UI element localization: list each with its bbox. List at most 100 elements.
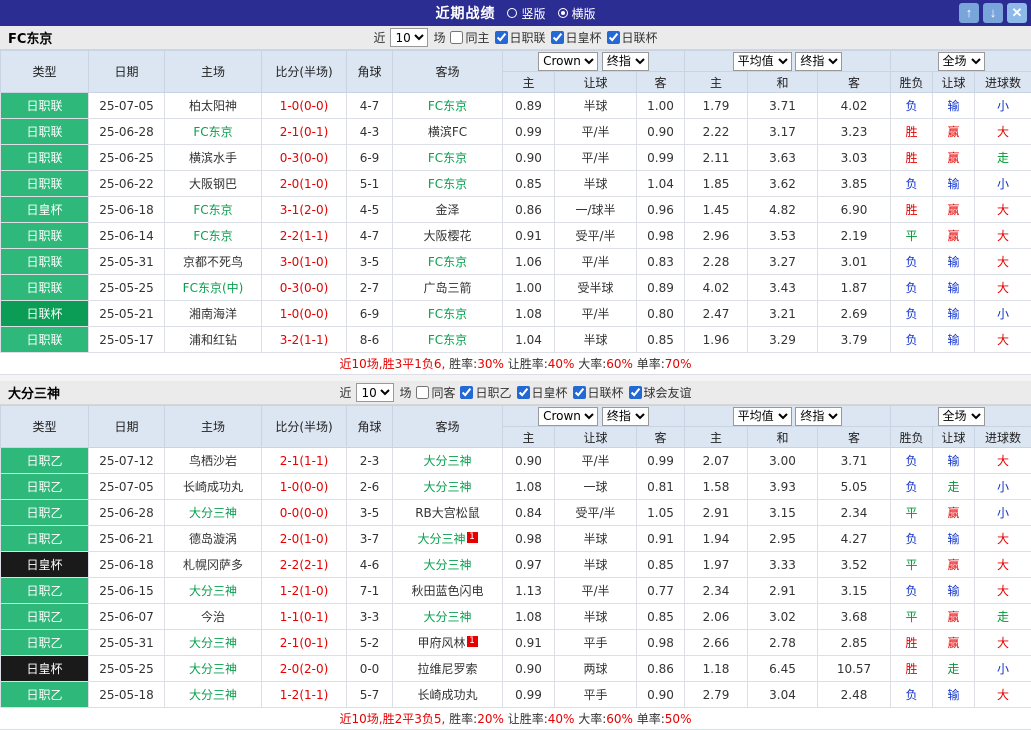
final-odds-select[interactable]: 终指 <box>602 52 649 71</box>
scope-select[interactable]: 全场 <box>938 52 985 71</box>
home-team-cell: 今治 <box>165 604 262 630</box>
league-filter-checkbox[interactable]: 日联杯 <box>573 384 624 401</box>
table-row: 日皇杯 25-06-18 札幌冈萨多 2-2(2-1) 4-6 大分三神 0.9… <box>1 552 1031 578</box>
match-date-cell: 25-06-15 <box>89 578 165 604</box>
same-venue-checkbox[interactable] <box>416 386 429 399</box>
avg-draw-odds-cell: 3.02 <box>748 604 818 630</box>
corners-cell: 2-6 <box>347 474 393 500</box>
team-name-text: 甲府风林 <box>417 636 465 650</box>
team-name-text: FC东京 <box>193 203 232 217</box>
goals-result-cell: 大 <box>975 119 1031 145</box>
final-odds-select[interactable]: 终指 <box>602 407 649 426</box>
average-select[interactable]: 平均值 <box>733 52 792 71</box>
layout-radio-vertical[interactable]: 竖版 <box>507 5 545 22</box>
titlebar: 近期战绩 竖版 横版 ↑ ↓ ✕ <box>0 0 1031 26</box>
same-venue-checkbox[interactable] <box>450 31 463 44</box>
recent-label-prefix: 近 <box>373 29 385 46</box>
filter-bar: 近 10 场 同客 日职乙日皇杯日联杯球会友谊 <box>339 383 691 402</box>
wdl-result-cell: 负 <box>891 171 933 197</box>
league-checkbox-group: 日职联 日皇杯日联杯 <box>495 29 658 46</box>
away-odds-cell: 0.89 <box>637 275 685 301</box>
corners-cell: 4-7 <box>347 223 393 249</box>
league-filter-checkbox[interactable]: 日皇杯 <box>551 29 602 46</box>
away-team-cell: 大分三神 <box>393 552 503 578</box>
handicap-result-cell: 走 <box>933 656 975 682</box>
close-button[interactable]: ✕ <box>1007 3 1027 23</box>
match-type-cell: 日职乙 <box>1 630 89 656</box>
corners-cell: 6-9 <box>347 301 393 327</box>
same-venue-filter[interactable]: 同主 <box>450 29 489 46</box>
recent-count-select[interactable]: 10 <box>390 28 428 47</box>
team-name-text: FC东京 <box>428 255 467 269</box>
avg-final-odds-select[interactable]: 终指 <box>795 52 842 71</box>
avg-final-odds-select[interactable]: 终指 <box>795 407 842 426</box>
team-name-text: 大分三神 <box>423 558 471 572</box>
wdl-result-cell: 平 <box>891 223 933 249</box>
match-date-cell: 25-06-14 <box>89 223 165 249</box>
goals-result-cell: 大 <box>975 526 1031 552</box>
layout-radio-horizontal[interactable]: 横版 <box>558 5 596 22</box>
avg-away-odds-cell: 3.23 <box>818 119 891 145</box>
league-filter-checkbox[interactable]: 日皇杯 <box>517 384 568 401</box>
recent-count-select[interactable]: 10 <box>356 383 394 402</box>
corners-cell: 5-2 <box>347 630 393 656</box>
col-header-away: 客场 <box>393 406 503 448</box>
same-venue-label: 同客 <box>431 384 455 401</box>
match-type-cell: 日职联 <box>1 275 89 301</box>
league-filter-checkbox[interactable]: 日职联 <box>495 29 546 46</box>
away-team-cell: 横滨FC <box>393 119 503 145</box>
away-odds-cell: 0.90 <box>637 682 685 708</box>
scroll-down-button[interactable]: ↓ <box>983 3 1003 23</box>
match-date-cell: 25-05-17 <box>89 327 165 353</box>
handicap-result-cell: 输 <box>933 301 975 327</box>
table-row: 日职联 25-06-22 大阪钢巴 2-0(1-0) 5-1 FC东京 0.85… <box>1 171 1031 197</box>
subcol-away-odds: 客 <box>637 427 685 448</box>
goals-result-cell: 小 <box>975 171 1031 197</box>
average-select[interactable]: 平均值 <box>733 407 792 426</box>
match-date-cell: 25-06-18 <box>89 552 165 578</box>
handicap-cell: 受半球 <box>555 275 637 301</box>
avg-draw-odds-cell: 2.91 <box>748 578 818 604</box>
team-name-text: FC东京 <box>428 333 467 347</box>
table-row: 日皇杯 25-05-25 大分三神 2-0(2-0) 0-0 拉维尼罗索 0.9… <box>1 656 1031 682</box>
result-scope-header: 全场 <box>891 406 1031 427</box>
team-name-text: 横滨水手 <box>189 151 237 165</box>
table-row: 日皇杯 25-06-18 FC东京 3-1(2-0) 4-5 金泽 0.86 一… <box>1 197 1031 223</box>
handicap-result-cell: 赢 <box>933 197 975 223</box>
match-type-cell: 日职联 <box>1 171 89 197</box>
league-filter-checkbox[interactable]: 日联杯 <box>607 29 658 46</box>
col-header-score: 比分(半场) <box>262 51 347 93</box>
home-odds-cell: 0.86 <box>503 197 555 223</box>
home-odds-cell: 0.85 <box>503 171 555 197</box>
league-filter-checkbox[interactable]: 球会友谊 <box>629 384 692 401</box>
match-type-cell: 日皇杯 <box>1 552 89 578</box>
league-filter-label: 日皇杯 <box>566 29 602 46</box>
league-filter-checkbox[interactable]: 日职乙 <box>460 384 511 401</box>
away-team-cell: FC东京 <box>393 327 503 353</box>
avg-home-odds-cell: 2.11 <box>685 145 748 171</box>
avg-draw-odds-cell: 3.04 <box>748 682 818 708</box>
subcol-avg-away: 客 <box>818 72 891 93</box>
score-cell: 2-0(1-0) <box>262 171 347 197</box>
home-odds-cell: 0.89 <box>503 93 555 119</box>
same-venue-filter[interactable]: 同客 <box>416 384 455 401</box>
avg-away-odds-cell: 2.85 <box>818 630 891 656</box>
home-team-cell: FC东京 <box>165 197 262 223</box>
team-name-text: 长崎成功丸 <box>417 688 477 702</box>
handicap-result-cell: 赢 <box>933 630 975 656</box>
avg-draw-odds-cell: 6.45 <box>748 656 818 682</box>
corners-cell: 4-3 <box>347 119 393 145</box>
bookmaker-select[interactable]: Crown <box>538 52 598 71</box>
home-team-cell: FC东京 <box>165 119 262 145</box>
team-name-text: 大分三神 <box>189 636 237 650</box>
bookmaker-select[interactable]: Crown <box>538 407 598 426</box>
avg-draw-odds-cell: 3.15 <box>748 500 818 526</box>
results-table: 类型 日期 主场 比分(半场) 角球 客场 Crown 终指 平均值 终指 全场 <box>0 50 1031 353</box>
subcol-handicap: 让球 <box>555 72 637 93</box>
scope-select[interactable]: 全场 <box>938 407 985 426</box>
home-team-cell: 浦和红钻 <box>165 327 262 353</box>
goals-result-cell: 走 <box>975 604 1031 630</box>
scroll-up-button[interactable]: ↑ <box>959 3 979 23</box>
section-team-name: FC东京 <box>8 28 52 47</box>
match-type-cell: 日职联 <box>1 145 89 171</box>
